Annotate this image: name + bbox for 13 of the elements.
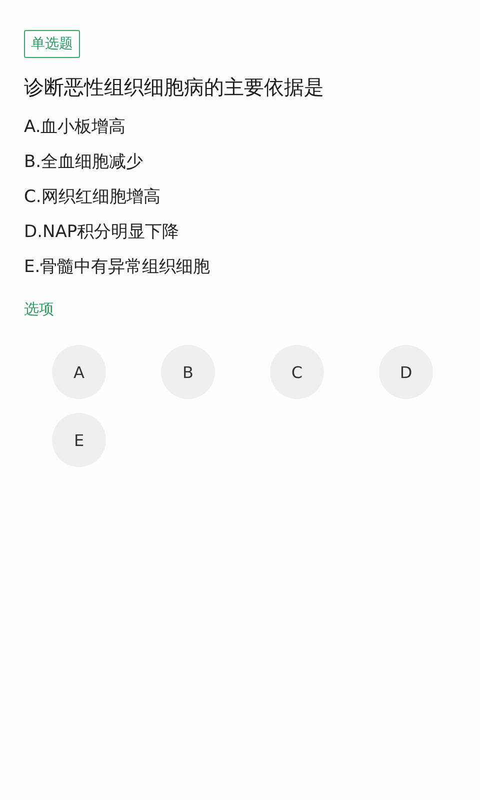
option-text: E.骨髓中有异常组织细胞 [24,256,210,279]
choices-label: 选项 [24,300,54,319]
answer-choice-button[interactable]: A [52,345,106,399]
option-text: B.全血细胞减少 [24,151,144,174]
answer-choice-button[interactable]: B [161,345,215,399]
option-text: D.NAP积分明显下降 [24,221,180,244]
option-text: C.网织红细胞增高 [24,186,162,209]
option-text: A.血小板增高 [24,116,127,139]
question-text: 诊断恶性组织细胞病的主要依据是 [24,74,324,101]
question-type-tag: 单选题 [24,30,80,58]
answer-choice-button[interactable]: E [52,413,106,467]
answer-choice-button[interactable]: C [270,345,324,399]
answer-choice-button[interactable]: D [379,345,433,399]
